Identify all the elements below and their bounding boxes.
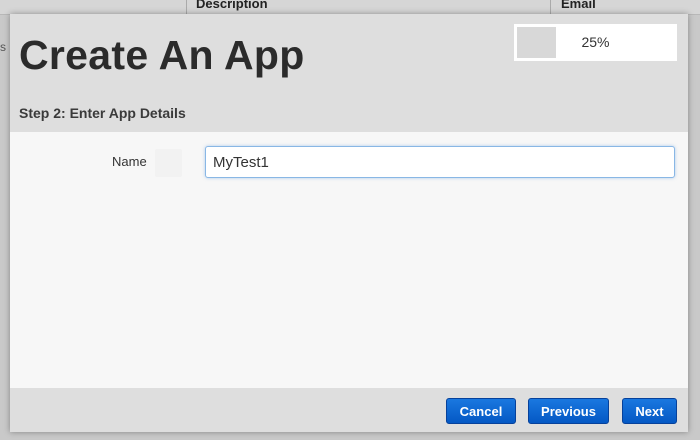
background-cell-fragment: s	[0, 40, 6, 54]
dialog-footer: Cancel Previous Next	[10, 388, 688, 432]
previous-button[interactable]: Previous	[528, 398, 609, 424]
name-input[interactable]	[205, 146, 675, 178]
app-details-form: Name	[10, 132, 688, 388]
name-label: Name	[112, 154, 147, 169]
create-app-dialog: Create An App 25% Step 2: Enter App Deta…	[10, 14, 688, 432]
name-label-adornment	[155, 149, 182, 177]
progress-track: 25%	[517, 27, 674, 58]
cancel-button[interactable]: Cancel	[446, 398, 516, 424]
dialog-title: Create An App	[19, 32, 305, 78]
column-divider	[550, 0, 551, 14]
next-button[interactable]: Next	[622, 398, 677, 424]
background-table-header: Description Email	[0, 0, 700, 15]
column-header-email: Email	[561, 0, 596, 11]
progress-indicator: 25%	[514, 24, 677, 61]
step-title: Step 2: Enter App Details	[19, 105, 186, 121]
column-header-description: Description	[196, 0, 268, 11]
column-divider	[186, 0, 187, 14]
progress-label: 25%	[581, 34, 610, 50]
